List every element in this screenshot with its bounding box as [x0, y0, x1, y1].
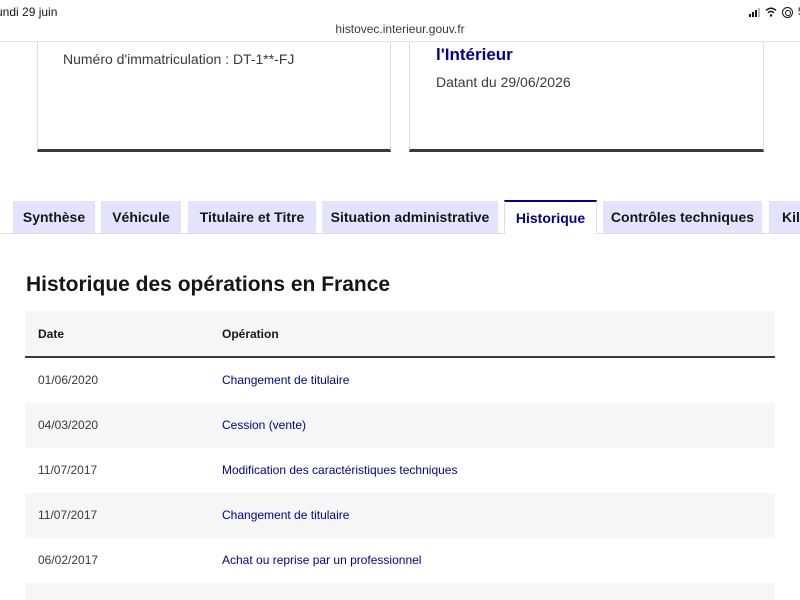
tab-situation-administrative[interactable]: Situation administrative: [322, 201, 498, 233]
report-card-title: l'Intérieur: [436, 45, 513, 64]
tabs-divider: [0, 233, 800, 234]
row-operation-link[interactable]: Changement de titulaire: [222, 508, 349, 522]
tab-synthese[interactable]: Synthèse: [13, 201, 95, 233]
row-operation-link[interactable]: Achat ou reprise par un professionnel: [222, 553, 421, 567]
table-row: [25, 583, 775, 600]
lock-rotation-icon: [781, 6, 793, 18]
report-card: l'Intérieur Datant du 29/06/2026: [409, 42, 764, 152]
table-header: Date Opération: [25, 311, 775, 358]
status-bar: undi 29 juin 5: [0, 0, 800, 20]
report-date: Datant du 29/06/2026: [436, 74, 571, 90]
page-title: Historique des opérations en France: [26, 273, 391, 296]
row-date: 01/06/2020: [38, 373, 99, 387]
row-date: 06/02/2017: [38, 553, 99, 567]
tab-vehicule[interactable]: Véhicule: [101, 201, 181, 233]
row-operation-link[interactable]: Changement de titulaire: [222, 373, 349, 387]
row-operation-link[interactable]: Cession (vente): [222, 418, 306, 432]
tab-titulaire-titre[interactable]: Titulaire et Titre: [188, 201, 316, 233]
tab-kilometrage[interactable]: Kil: [769, 201, 800, 233]
table-row: 06/02/2017 Achat ou reprise par un profe…: [25, 538, 775, 583]
tab-historique[interactable]: Historique: [504, 200, 597, 234]
status-time: undi 29 juin: [0, 5, 58, 19]
column-header-operation: Opération: [222, 327, 279, 341]
wifi-icon: [765, 7, 777, 17]
registration-number: Numéro d'immatriculation : DT-1**-FJ: [63, 51, 295, 67]
vehicle-card: Numéro d'immatriculation : DT-1**-FJ: [37, 42, 391, 152]
table-row: 11/07/2017 Modification des caractéristi…: [25, 448, 775, 493]
signal-icon: [748, 7, 760, 17]
row-date: 04/03/2020: [38, 418, 99, 432]
column-header-date: Date: [38, 327, 65, 341]
url-bar[interactable]: histovec.interieur.gouv.fr: [0, 22, 800, 36]
table-row: 01/06/2020 Changement de titulaire: [25, 358, 775, 403]
tab-controles-techniques[interactable]: Contrôles techniques: [603, 201, 762, 233]
row-operation-link[interactable]: Modification des caractéristiques techni…: [222, 463, 457, 477]
operations-table: Date Opération 01/06/2020 Changement de …: [25, 311, 775, 600]
table-row: 11/07/2017 Changement de titulaire: [25, 493, 775, 538]
row-date: 11/07/2017: [38, 463, 98, 477]
row-date: 11/07/2017: [38, 508, 98, 522]
status-icons: 5: [748, 6, 800, 18]
table-row: 04/03/2020 Cession (vente): [25, 403, 775, 448]
